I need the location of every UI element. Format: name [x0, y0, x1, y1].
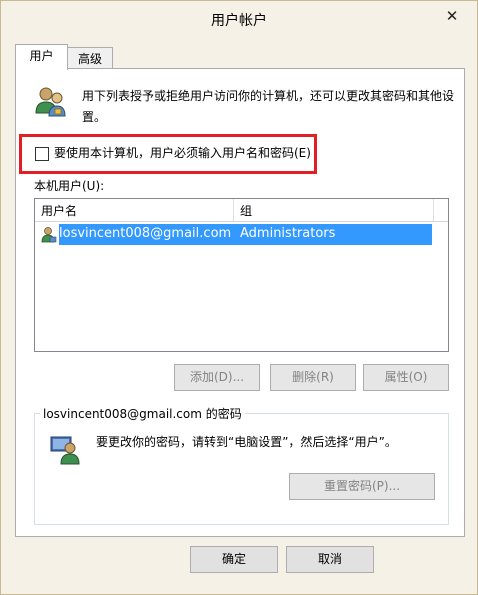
add-user-button[interactable]: 添加(D)... — [174, 364, 260, 391]
cancel-button[interactable]: 取消 — [286, 546, 374, 573]
tab-users[interactable]: 用户 — [15, 44, 68, 70]
users-icon — [35, 87, 66, 117]
title-bar[interactable]: 用户帐户 ✕ — [1, 1, 477, 37]
reset-password-button[interactable]: 重置密码(P)... — [289, 473, 435, 500]
local-users-label: 本机用户(U): — [34, 179, 105, 193]
user-password-icon — [50, 436, 80, 465]
password-change-instructions: 要更改你的密码，请转到“电脑设置”，然后选择“用户”。 — [96, 435, 397, 449]
column-separator[interactable] — [433, 199, 434, 221]
password-group — [34, 413, 449, 525]
window-title: 用户帐户 — [211, 13, 267, 29]
tab-advanced[interactable]: 高级 — [67, 47, 113, 70]
tab-users-label: 用户 — [29, 49, 54, 63]
user-accounts-dialog: 用户帐户 ✕ 用户 高级 用下列表授予或拒绝用户访问你的计算机，还可以更改其密码… — [0, 0, 478, 595]
table-row[interactable]: losvincent008@gmail.com Administrators — [59, 224, 432, 245]
remove-user-button[interactable]: 删除(R) — [270, 364, 356, 391]
users-tab-panel: 用下列表授予或拒绝用户访问你的计算机，还可以更改其密码和其他设置。 要使用本计算… — [15, 68, 465, 537]
column-separator[interactable] — [233, 199, 234, 221]
column-header-group[interactable]: 组 — [240, 202, 252, 219]
local-users-list[interactable]: 用户名 组 losvincent008@gmail.com Administra… — [34, 198, 449, 352]
password-group-title: losvincent008@gmail.com 的密码 — [40, 405, 245, 422]
row-group: Administrators — [240, 226, 336, 241]
properties-button[interactable]: 属性(O) — [363, 364, 449, 391]
list-header: 用户名 组 — [35, 199, 448, 222]
ok-button[interactable]: 确定 — [190, 546, 278, 573]
require-login-checkbox[interactable] — [35, 147, 49, 161]
description-text: 用下列表授予或拒绝用户访问你的计算机，还可以更改其密码和其他设置。 — [82, 89, 455, 124]
user-row-icon — [41, 227, 57, 243]
tab-advanced-label: 高级 — [77, 52, 102, 66]
require-login-label[interactable]: 要使用本计算机，用户必须输入用户名和密码(E) — [54, 144, 311, 161]
close-icon[interactable]: ✕ — [441, 7, 463, 25]
row-username: losvincent008@gmail.com — [59, 226, 232, 241]
column-header-username[interactable]: 用户名 — [41, 202, 77, 219]
